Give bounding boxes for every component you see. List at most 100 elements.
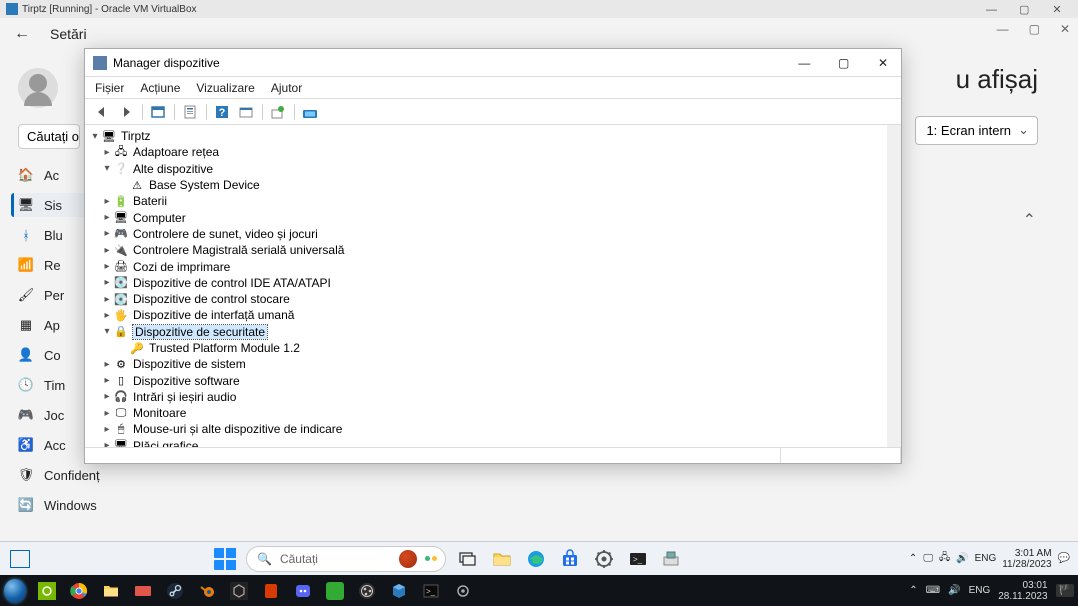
host-app-icon[interactable] [132, 580, 154, 602]
tray-clock[interactable]: 3:01 AM 11/28/2023 [1002, 548, 1051, 570]
taskbar-search[interactable]: 🔍 Căutați [246, 546, 446, 572]
display-select[interactable]: 1: Ecran intern [915, 116, 1038, 145]
dm-tree[interactable]: ▾🖥Tirptz▸🖧Adaptoare rețea▾❔Alte dispozit… [85, 125, 901, 447]
host-unity-icon[interactable] [228, 580, 250, 602]
tree-row[interactable]: ▸🖐Dispozitive de interfață umană [85, 307, 887, 323]
tree-row[interactable]: ▸▯Dispozitive software [85, 372, 887, 388]
tree-root[interactable]: ▾🖥Tirptz [85, 128, 887, 144]
devicemanager-taskbar-icon[interactable] [660, 547, 684, 571]
tree-row[interactable]: ▸🔌Controlere Magistrală serială universa… [85, 242, 887, 258]
tray-display-icon[interactable]: 🖵 [923, 553, 933, 564]
vbox-minimize[interactable]: — [976, 4, 1006, 16]
tree-twisty[interactable]: ▸ [101, 228, 113, 239]
host-lang[interactable]: ENG [969, 585, 991, 596]
menu-acțiune[interactable]: Acțiune [140, 81, 180, 95]
host-cmd-icon[interactable]: >_ [420, 580, 442, 602]
host-explorer-icon[interactable] [100, 580, 122, 602]
settings-minimize[interactable]: — [997, 22, 1009, 36]
menu-fișier[interactable]: Fișier [95, 81, 124, 95]
nav-update[interactable]: 🔄Windows Update [18, 493, 100, 517]
section-expand[interactable]: ⌃ [1023, 210, 1036, 230]
tree-row[interactable]: ▸🖥Computer [85, 209, 887, 225]
tree-twisty[interactable]: ▸ [101, 212, 113, 223]
settings-close[interactable]: ✕ [1060, 22, 1070, 36]
menu-vizualizare[interactable]: Vizualizare [196, 81, 254, 95]
taskbar-settings-icon[interactable] [592, 547, 616, 571]
tb-forward-icon[interactable] [115, 102, 137, 122]
nav-privacy[interactable]: 🛡Confidențialitate și securitate [18, 463, 100, 487]
tree-row[interactable]: ▸🎮Controlere de sunet, video și jocuri [85, 226, 887, 242]
vbox-maximize[interactable]: ▢ [1009, 3, 1039, 16]
tree-row[interactable]: ▾❔Alte dispozitive [85, 161, 887, 177]
tree-row[interactable]: ▸💽Dispozitive de control stocare [85, 291, 887, 307]
tree-twisty[interactable]: ▸ [101, 391, 113, 402]
tb-uninstall-icon[interactable] [299, 102, 321, 122]
tree-twisty[interactable]: ▸ [101, 424, 113, 435]
notifications-icon[interactable]: 💬 [1058, 553, 1070, 564]
tree-row[interactable]: ▸🎧Intrări și ieșiri audio [85, 389, 887, 405]
host-chrome-icon[interactable] [68, 580, 90, 602]
explorer-icon[interactable] [490, 547, 514, 571]
tb-back-icon[interactable] [91, 102, 113, 122]
vbox-close[interactable]: ✕ [1042, 3, 1072, 16]
tree-twisty[interactable]: ▸ [101, 245, 113, 256]
tree-row[interactable]: ▸🖧Adaptoare rețea [85, 144, 887, 160]
host-notification-icon[interactable]: 🏴 [1056, 584, 1074, 597]
tree-row[interactable]: ▸⚙Dispozitive de sistem [85, 356, 887, 372]
host-blender-icon[interactable] [196, 580, 218, 602]
tray-lang[interactable]: ENG [975, 553, 997, 564]
tree-twisty[interactable]: ▸ [101, 261, 113, 272]
host-discord-icon[interactable] [292, 580, 314, 602]
tree-row[interactable]: ▾🔒Dispozitive de securitate [85, 324, 887, 340]
host-tray-chevron-icon[interactable]: ⌃ [909, 585, 917, 596]
tree-twisty[interactable]: ▾ [101, 326, 113, 337]
tree-twisty[interactable]: ▸ [101, 196, 113, 207]
tree-row[interactable]: ▸🖱Mouse-uri și alte dispozitive de indic… [85, 421, 887, 437]
taskview-icon[interactable] [456, 547, 480, 571]
tb-help-icon[interactable]: ? [211, 102, 233, 122]
tree-twisty[interactable]: ▸ [101, 440, 113, 447]
tree-twisty[interactable]: ▾ [101, 163, 113, 174]
tree-row[interactable]: ▸🖥Plăci grafice [85, 438, 887, 447]
tree-row[interactable]: 🔑Trusted Platform Module 1.2 [85, 340, 887, 356]
tree-twisty[interactable]: ▸ [101, 277, 113, 288]
tray-network-icon[interactable]: 🖧 [939, 550, 950, 567]
dm-close[interactable]: ✕ [865, 49, 901, 77]
tree-twisty[interactable]: ▸ [101, 375, 113, 386]
host-tray-keyboard-icon[interactable]: ⌨ [926, 585, 940, 596]
tree-twisty[interactable]: ▸ [101, 408, 113, 419]
dm-minimize[interactable]: — [786, 49, 822, 77]
host-steam-icon[interactable] [164, 580, 186, 602]
settings-maximize[interactable]: ▢ [1029, 22, 1040, 36]
widgets-button[interactable] [10, 550, 30, 568]
dm-titlebar[interactable]: Manager dispozitive — ▢ ✕ [85, 49, 901, 77]
tb-update-driver-icon[interactable] [267, 102, 289, 122]
tree-row[interactable]: ▸💽Dispozitive de control IDE ATA/ATAPI [85, 275, 887, 291]
settings-search[interactable]: Căutați o [18, 124, 80, 149]
host-start-icon[interactable] [4, 580, 26, 602]
host-tray-volume-icon[interactable]: 🔊 [948, 585, 960, 596]
dm-maximize[interactable]: ▢ [826, 49, 862, 77]
host-obs-icon[interactable] [356, 580, 378, 602]
tree-row[interactable]: ⚠Base System Device [85, 177, 887, 193]
tb-scan-icon[interactable] [235, 102, 257, 122]
terminal-icon[interactable]: >_ [626, 547, 650, 571]
host-settings-icon[interactable] [452, 580, 474, 602]
host-nvidia-icon[interactable] [36, 580, 58, 602]
tree-row[interactable]: ▸🔋Baterii [85, 193, 887, 209]
tree-row[interactable]: ▸🖨Cozi de imprimare [85, 258, 887, 274]
back-button[interactable]: ← [14, 25, 30, 43]
tree-twisty[interactable]: ▸ [101, 294, 113, 305]
tree-twisty[interactable]: ▸ [101, 359, 113, 370]
host-clock[interactable]: 03:01 28.11.2023 [998, 580, 1047, 602]
tree-twisty[interactable]: ▸ [101, 147, 113, 158]
tray-volume-icon[interactable]: 🔊 [956, 553, 968, 564]
tree-twisty[interactable]: ▸ [101, 310, 113, 321]
host-office-icon[interactable] [260, 580, 282, 602]
host-virtualbox-icon[interactable] [388, 580, 410, 602]
start-button[interactable] [214, 548, 236, 570]
store-icon[interactable] [558, 547, 582, 571]
menu-ajutor[interactable]: Ajutor [271, 81, 302, 95]
tb-properties-icon[interactable] [179, 102, 201, 122]
edge-icon[interactable] [524, 547, 548, 571]
